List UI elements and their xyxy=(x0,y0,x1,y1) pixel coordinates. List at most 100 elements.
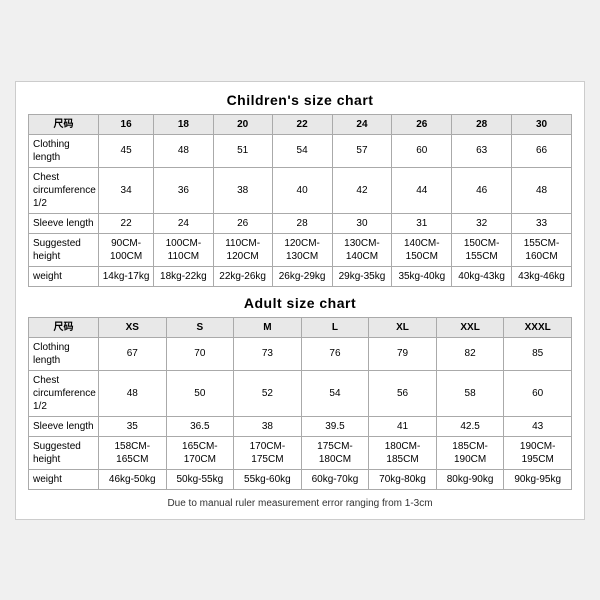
row-value: 175CM-180CM xyxy=(301,436,369,469)
children-header-cell: 22 xyxy=(272,114,332,134)
row-value: 180CM-185CM xyxy=(369,436,437,469)
children-header-cell: 20 xyxy=(213,114,272,134)
row-value: 38 xyxy=(234,416,302,436)
row-value: 46kg-50kg xyxy=(99,469,167,489)
table-row: Clothing length67707376798285 xyxy=(29,337,572,370)
row-value: 54 xyxy=(301,370,369,416)
adult-chart-title: Adult size chart xyxy=(28,295,572,311)
row-value: 55kg-60kg xyxy=(234,469,302,489)
row-value: 50kg-55kg xyxy=(166,469,234,489)
row-label: Clothing length xyxy=(29,134,99,167)
row-label: Chest circumference 1/2 xyxy=(29,370,99,416)
row-value: 39.5 xyxy=(301,416,369,436)
row-value: 43kg-46kg xyxy=(512,266,572,286)
row-value: 50 xyxy=(166,370,234,416)
measurement-note: Due to manual ruler measurement error ra… xyxy=(28,498,572,509)
size-chart-container: Children's size chart 尺码1618202224262830… xyxy=(15,81,585,520)
row-value: 18kg-22kg xyxy=(154,266,213,286)
row-label: Sleeve length xyxy=(29,416,99,436)
row-value: 190CM-195CM xyxy=(504,436,572,469)
row-value: 42 xyxy=(332,167,392,213)
table-row: weight14kg-17kg18kg-22kg22kg-26kg26kg-29… xyxy=(29,266,572,286)
row-value: 140CM-150CM xyxy=(392,233,452,266)
row-value: 40kg-43kg xyxy=(452,266,512,286)
adult-header-cell: 尺码 xyxy=(29,317,99,337)
adult-header-cell: L xyxy=(301,317,369,337)
children-chart-title: Children's size chart xyxy=(28,92,572,108)
row-value: 60 xyxy=(504,370,572,416)
adult-header-cell: XL xyxy=(369,317,437,337)
children-header-cell: 16 xyxy=(99,114,154,134)
row-value: 29kg-35kg xyxy=(332,266,392,286)
row-value: 22kg-26kg xyxy=(213,266,272,286)
table-row: Clothing length4548515457606366 xyxy=(29,134,572,167)
row-value: 170CM-175CM xyxy=(234,436,302,469)
row-value: 48 xyxy=(154,134,213,167)
row-value: 31 xyxy=(392,213,452,233)
row-value: 44 xyxy=(392,167,452,213)
row-value: 42.5 xyxy=(436,416,504,436)
row-value: 36.5 xyxy=(166,416,234,436)
row-value: 52 xyxy=(234,370,302,416)
row-value: 26 xyxy=(213,213,272,233)
row-value: 158CM-165CM xyxy=(99,436,167,469)
row-value: 185CM-190CM xyxy=(436,436,504,469)
children-header-cell: 尺码 xyxy=(29,114,99,134)
row-label: Sleeve length xyxy=(29,213,99,233)
adult-header-cell: XS xyxy=(99,317,167,337)
row-label: weight xyxy=(29,266,99,286)
row-label: Chest circumference 1/2 xyxy=(29,167,99,213)
row-value: 85 xyxy=(504,337,572,370)
row-value: 130CM-140CM xyxy=(332,233,392,266)
row-value: 90CM-100CM xyxy=(99,233,154,266)
row-label: weight xyxy=(29,469,99,489)
table-row: Chest circumference 1/23436384042444648 xyxy=(29,167,572,213)
adult-size-table: 尺码XSSMLXLXXLXXXL Clothing length67707376… xyxy=(28,317,572,490)
row-label: Suggested height xyxy=(29,436,99,469)
row-value: 43 xyxy=(504,416,572,436)
row-value: 26kg-29kg xyxy=(272,266,332,286)
children-header-cell: 26 xyxy=(392,114,452,134)
row-value: 36 xyxy=(154,167,213,213)
row-label: Clothing length xyxy=(29,337,99,370)
row-value: 46 xyxy=(452,167,512,213)
row-value: 33 xyxy=(512,213,572,233)
row-value: 48 xyxy=(512,167,572,213)
row-value: 45 xyxy=(99,134,154,167)
row-value: 34 xyxy=(99,167,154,213)
table-row: weight46kg-50kg50kg-55kg55kg-60kg60kg-70… xyxy=(29,469,572,489)
table-row: Sleeve length2224262830313233 xyxy=(29,213,572,233)
row-value: 35 xyxy=(99,416,167,436)
table-row: Suggested height90CM-100CM100CM-110CM110… xyxy=(29,233,572,266)
row-value: 54 xyxy=(272,134,332,167)
children-size-table: 尺码1618202224262830 Clothing length454851… xyxy=(28,114,572,287)
adult-header-cell: S xyxy=(166,317,234,337)
row-value: 165CM-170CM xyxy=(166,436,234,469)
row-value: 110CM-120CM xyxy=(213,233,272,266)
row-value: 80kg-90kg xyxy=(436,469,504,489)
row-value: 40 xyxy=(272,167,332,213)
row-value: 66 xyxy=(512,134,572,167)
row-value: 76 xyxy=(301,337,369,370)
adult-header-cell: XXL xyxy=(436,317,504,337)
row-value: 28 xyxy=(272,213,332,233)
row-value: 63 xyxy=(452,134,512,167)
children-header-cell: 30 xyxy=(512,114,572,134)
row-value: 48 xyxy=(99,370,167,416)
row-value: 57 xyxy=(332,134,392,167)
row-value: 70 xyxy=(166,337,234,370)
row-value: 150CM-155CM xyxy=(452,233,512,266)
row-label: Suggested height xyxy=(29,233,99,266)
row-value: 60kg-70kg xyxy=(301,469,369,489)
adult-header-cell: XXXL xyxy=(504,317,572,337)
row-value: 60 xyxy=(392,134,452,167)
row-value: 35kg-40kg xyxy=(392,266,452,286)
row-value: 82 xyxy=(436,337,504,370)
row-value: 58 xyxy=(436,370,504,416)
children-header-cell: 24 xyxy=(332,114,392,134)
row-value: 14kg-17kg xyxy=(99,266,154,286)
children-header-cell: 28 xyxy=(452,114,512,134)
children-header-cell: 18 xyxy=(154,114,213,134)
row-value: 56 xyxy=(369,370,437,416)
table-row: Suggested height158CM-165CM165CM-170CM17… xyxy=(29,436,572,469)
